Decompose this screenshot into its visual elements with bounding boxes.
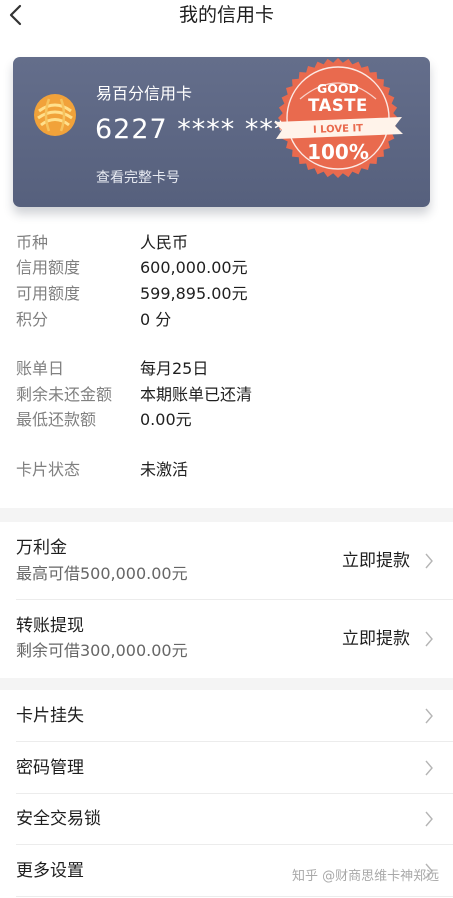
info-value: 本期账单已还清 bbox=[140, 385, 253, 404]
info-row-billing-day: 账单日 每月25日 bbox=[0, 359, 453, 379]
info-label: 卡片状态 bbox=[16, 460, 81, 479]
menu-item-label: 更多设置 bbox=[16, 861, 84, 881]
section-separator bbox=[0, 678, 453, 690]
info-label: 最低还款额 bbox=[16, 410, 97, 429]
info-label: 信用额度 bbox=[16, 258, 81, 277]
menu-item-label: 安全交易锁 bbox=[16, 809, 101, 829]
card-name: 易百分信用卡 bbox=[96, 84, 193, 103]
info-label: 账单日 bbox=[16, 359, 65, 378]
info-row-currency: 币种 人民币 bbox=[0, 233, 453, 253]
loan-row-transfer-cash[interactable]: 转账提现 剩余可借300,000.00元 立即提款 bbox=[0, 600, 453, 678]
loan-subtitle: 剩余可借300,000.00元 bbox=[16, 641, 188, 660]
section-separator bbox=[0, 508, 453, 522]
info-label: 积分 bbox=[16, 310, 49, 329]
card-number: 6227 **** *** bbox=[95, 114, 289, 145]
menu-item-label: 密码管理 bbox=[16, 758, 84, 778]
good-taste-sticker: GOOD TASTE I LOVE IT 100% bbox=[274, 58, 403, 178]
withdraw-now-button[interactable]: 立即提款 bbox=[342, 628, 410, 650]
menu-item-password[interactable]: 密码管理 bbox=[0, 742, 453, 794]
watermark: 知乎 @财商思维卡神郑远 bbox=[292, 869, 440, 884]
info-value: 600,000.00元 bbox=[140, 258, 248, 277]
loan-title: 转账提现 bbox=[16, 616, 84, 636]
info-value: 未激活 bbox=[140, 460, 189, 479]
page-title: 我的信用卡 bbox=[178, 4, 274, 26]
info-value: 599,895.00元 bbox=[140, 284, 248, 303]
chevron-right-icon bbox=[425, 631, 433, 647]
info-label: 剩余未还金额 bbox=[16, 385, 113, 404]
info-label: 币种 bbox=[16, 233, 49, 252]
info-label: 可用额度 bbox=[16, 284, 81, 303]
bank-logo-icon bbox=[34, 94, 76, 136]
info-value: 0.00元 bbox=[140, 410, 192, 429]
info-row-available-limit: 可用额度 599,895.00元 bbox=[0, 284, 453, 304]
info-row-remaining-balance: 剩余未还金额 本期账单已还清 bbox=[0, 385, 453, 405]
chevron-right-icon bbox=[425, 553, 433, 569]
chevron-right-icon bbox=[425, 760, 433, 776]
chevron-right-icon bbox=[425, 811, 433, 827]
info-row-card-status: 卡片状态 未激活 bbox=[0, 460, 453, 480]
chevron-right-icon bbox=[425, 708, 433, 724]
row-divider bbox=[16, 896, 453, 897]
info-value: 每月25日 bbox=[140, 359, 209, 378]
view-full-number-link[interactable]: 查看完整卡号 bbox=[96, 169, 180, 187]
sticker-ribbon-text: I LOVE IT bbox=[313, 123, 364, 136]
withdraw-now-button[interactable]: 立即提款 bbox=[342, 550, 410, 572]
menu-item-label: 卡片挂失 bbox=[16, 706, 84, 726]
sticker-top-text: GOOD bbox=[317, 81, 359, 96]
menu-item-transaction-lock[interactable]: 安全交易锁 bbox=[0, 793, 453, 845]
info-value: 0 分 bbox=[140, 310, 172, 329]
credit-card[interactable]: 易百分信用卡 6227 **** *** 查看完整卡号 GOOD TASTE I… bbox=[13, 57, 430, 207]
sticker-main-text: TASTE bbox=[308, 96, 368, 115]
menu-item-report-lost[interactable]: 卡片挂失 bbox=[0, 690, 453, 742]
info-value: 人民币 bbox=[140, 233, 189, 252]
loan-subtitle: 最高可借500,000.00元 bbox=[16, 564, 188, 583]
info-row-minimum-payment: 最低还款额 0.00元 bbox=[0, 410, 453, 430]
info-row-points: 积分 0 分 bbox=[0, 310, 453, 330]
info-row-credit-limit: 信用额度 600,000.00元 bbox=[0, 258, 453, 278]
sticker-bottom-text: 100% bbox=[307, 140, 369, 164]
loan-row-wanlijin[interactable]: 万利金 最高可借500,000.00元 立即提款 bbox=[0, 522, 453, 600]
loan-title: 万利金 bbox=[16, 538, 67, 558]
